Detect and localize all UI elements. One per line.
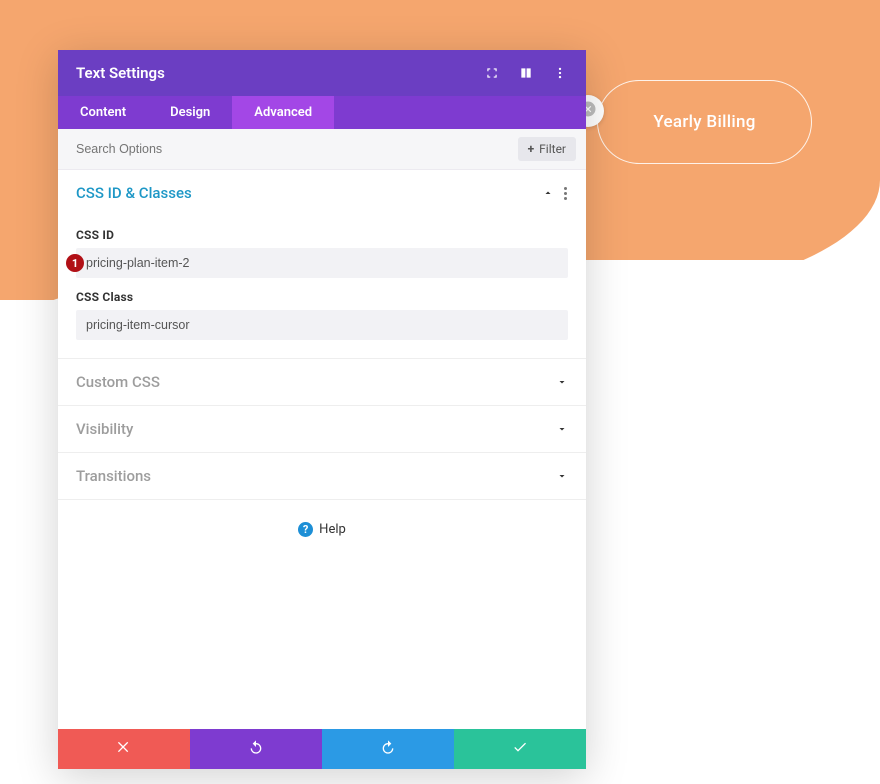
close-icon [116,739,132,759]
css-class-row [76,310,568,340]
section-title-visibility: Visibility [76,420,133,438]
annotation-badge-1: 1 [66,254,84,272]
css-class-label: CSS Class [76,290,568,304]
help-label: Help [319,522,346,537]
expand-icon[interactable] [484,65,500,81]
yearly-billing-button[interactable]: Yearly Billing [597,80,812,164]
chevron-up-icon[interactable] [542,187,554,199]
help-icon: ? [298,522,313,537]
more-icon[interactable] [552,65,568,81]
tab-advanced[interactable]: Advanced [232,96,334,129]
css-class-input[interactable] [76,310,568,340]
section-title-custom-css: Custom CSS [76,373,160,391]
section-body-css: CSS ID 1 CSS Class [58,228,586,358]
help-link[interactable]: ? Help [58,500,586,549]
cancel-button[interactable] [58,729,190,769]
header-icon-group [484,65,568,81]
chevron-down-icon [556,470,568,482]
section-head-css[interactable]: CSS ID & Classes [58,170,586,216]
save-button[interactable] [454,729,586,769]
modal-header: Text Settings [58,50,586,96]
section-css-id-classes: CSS ID & Classes CSS ID 1 CSS Class [58,170,586,359]
redo-button[interactable] [322,729,454,769]
filter-button[interactable]: + Filter [518,137,576,161]
section-head-visibility[interactable]: Visibility [58,406,586,452]
section-head-custom-css[interactable]: Custom CSS [58,359,586,405]
undo-button[interactable] [190,729,322,769]
tab-design[interactable]: Design [148,96,232,129]
modal-spacer [58,549,586,729]
section-custom-css: Custom CSS [58,359,586,406]
section-title-transitions: Transitions [76,467,151,485]
section-head-transitions[interactable]: Transitions [58,453,586,499]
search-bar: + Filter [58,129,586,170]
tab-content[interactable]: Content [58,96,148,129]
section-title-css: CSS ID & Classes [76,184,192,202]
tab-bar: Content Design Advanced [58,96,586,129]
search-input[interactable] [76,142,518,156]
undo-icon [248,739,264,759]
section-transitions: Transitions [58,453,586,500]
plus-icon: + [528,142,535,156]
section-more-icon[interactable] [564,187,568,200]
filter-label: Filter [539,142,566,156]
modal-footer [58,729,586,769]
modal-title: Text Settings [76,64,165,82]
settings-modal: Text Settings Content Design Advanced + … [58,50,586,769]
section-actions-css [542,187,568,200]
css-id-row: 1 [76,248,568,278]
yearly-billing-label: Yearly Billing [653,112,755,132]
chevron-down-icon [556,423,568,435]
check-icon [512,739,528,759]
css-id-input[interactable] [76,248,568,278]
columns-icon[interactable] [518,65,534,81]
chevron-down-icon [556,376,568,388]
section-visibility: Visibility [58,406,586,453]
css-id-label: CSS ID [76,228,568,242]
redo-icon [380,739,396,759]
